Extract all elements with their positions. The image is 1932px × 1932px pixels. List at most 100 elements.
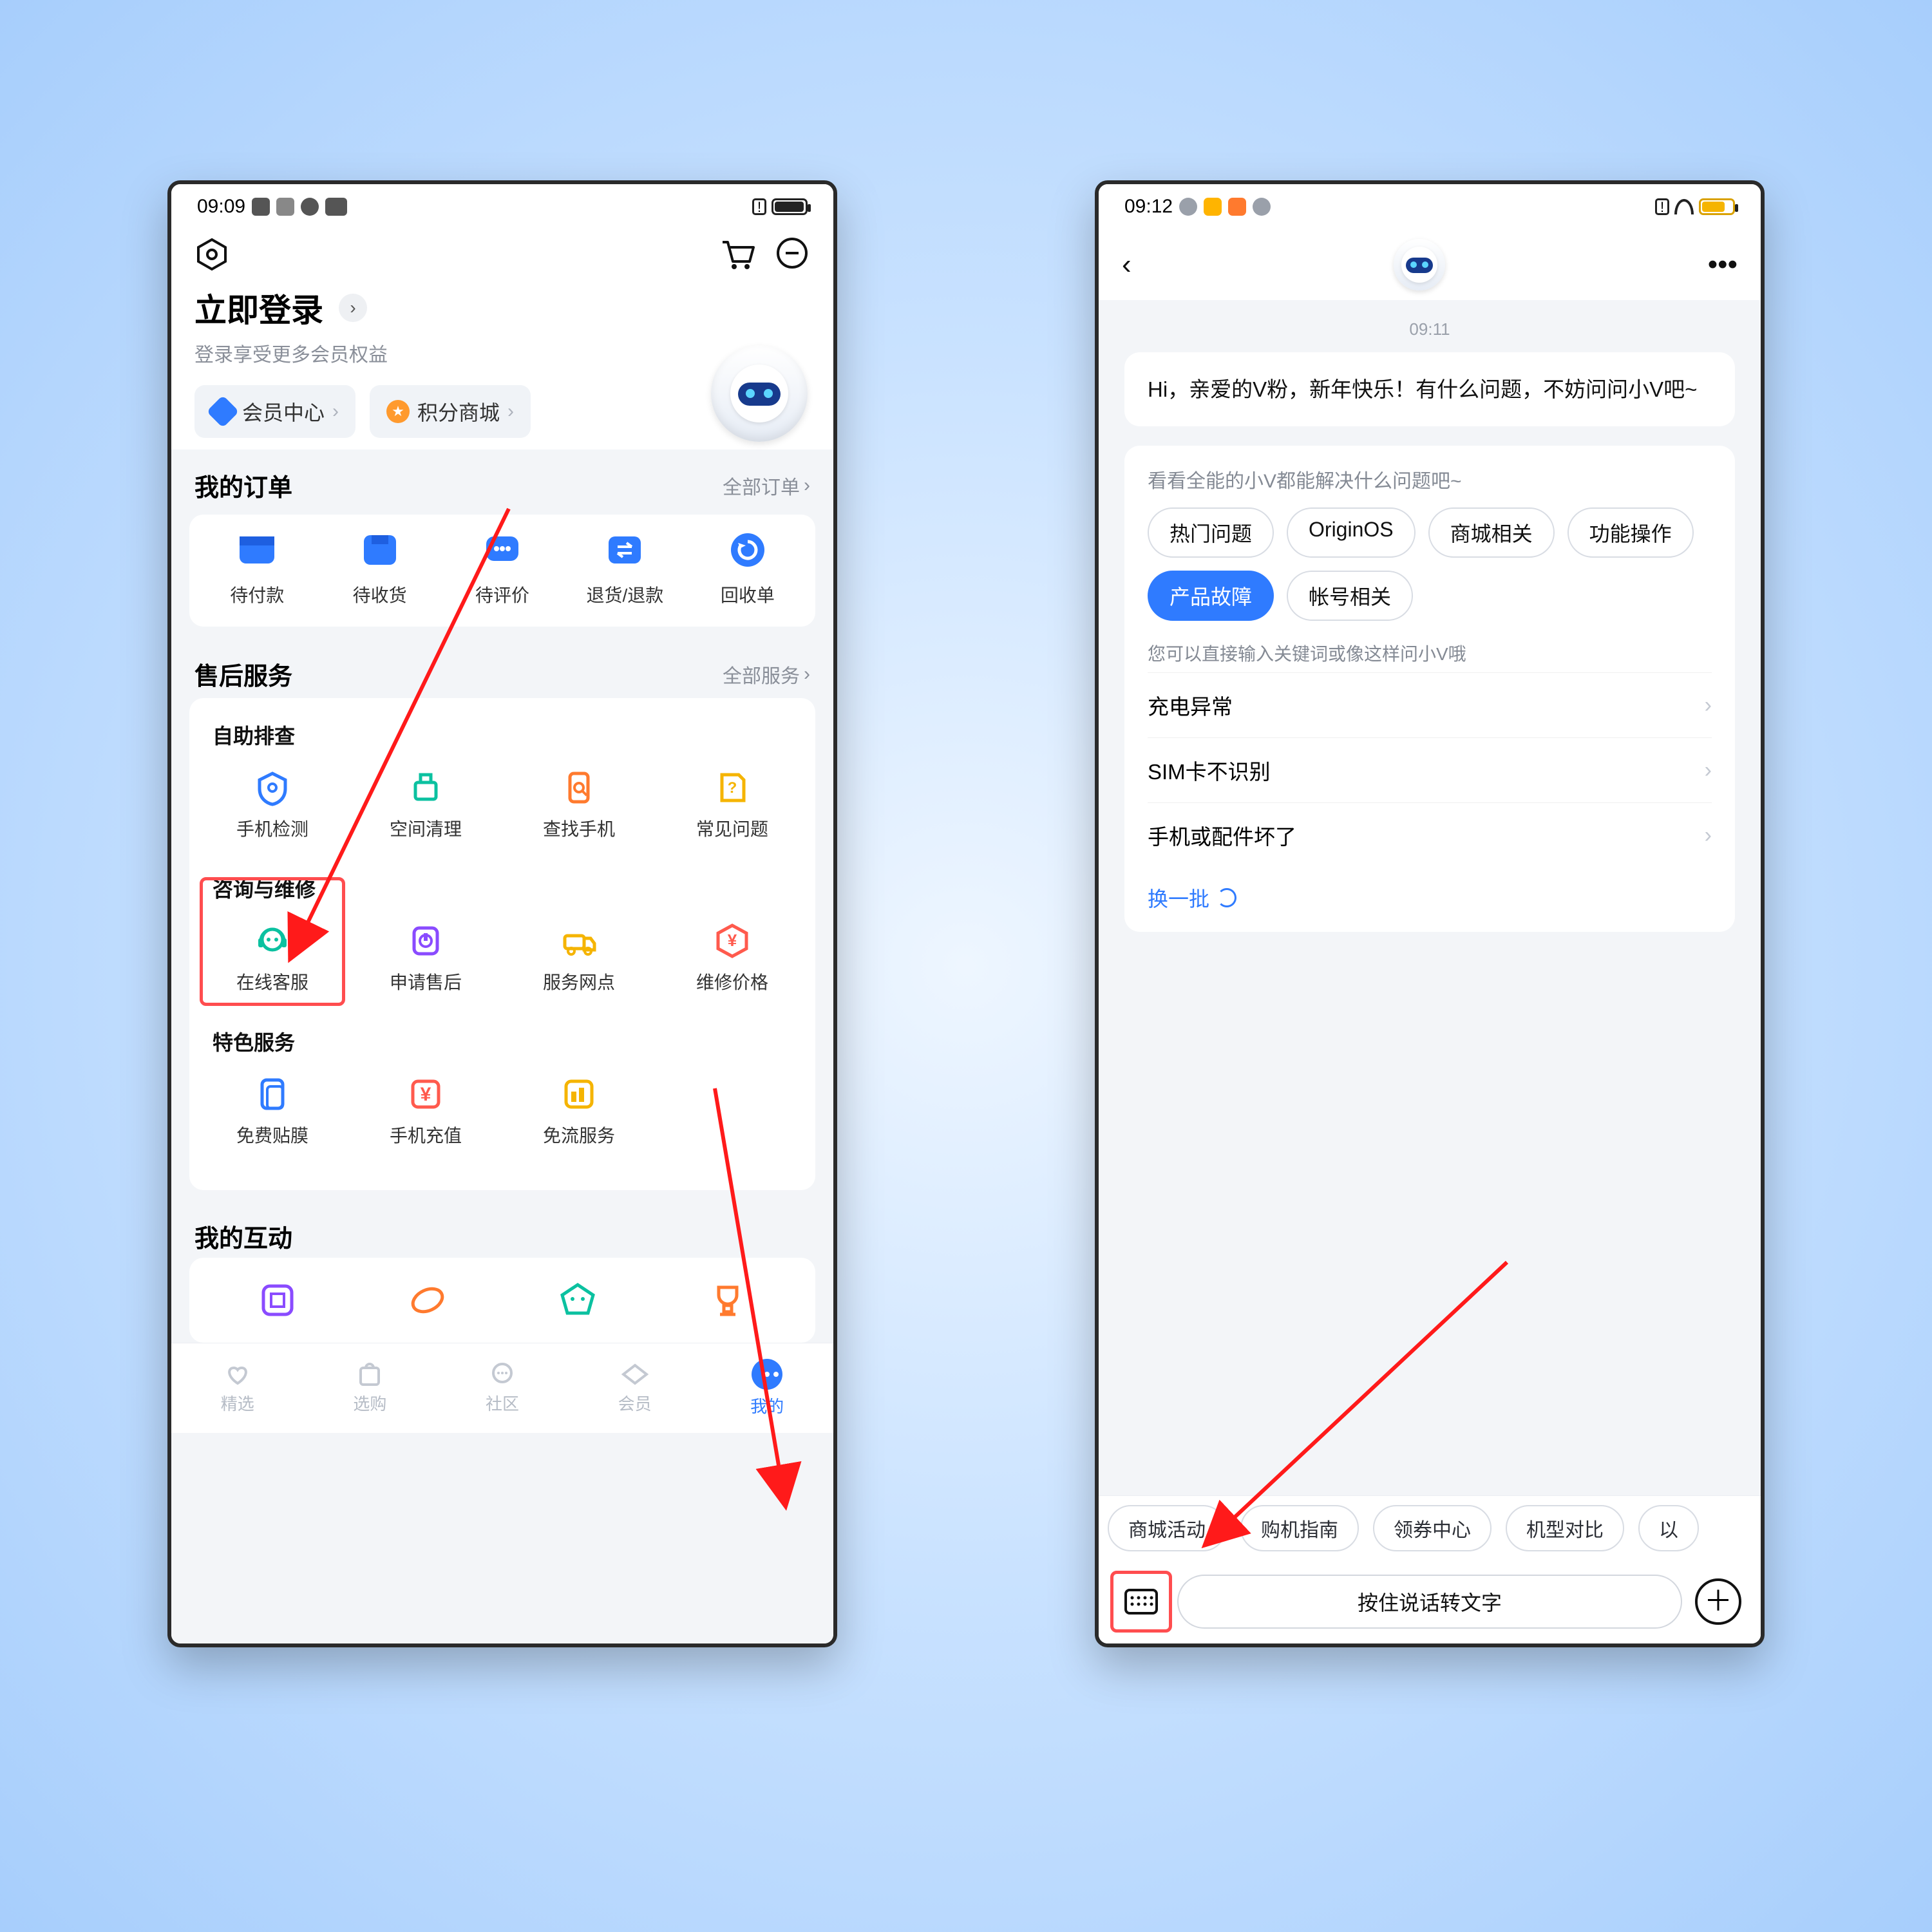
svc-free-data[interactable]: 免流服务 <box>502 1063 656 1159</box>
svc-service-center[interactable]: 服务网点 <box>502 909 656 1006</box>
status-time: 09:09 <box>197 196 245 218</box>
interaction-card <box>189 1258 815 1343</box>
orders-title: 我的订单 <box>194 468 292 503</box>
faq-broken[interactable]: 手机或配件坏了› <box>1148 802 1712 867</box>
svc-free-film[interactable]: 免费贴膜 <box>196 1063 349 1159</box>
services-title: 售后服务 <box>194 656 292 692</box>
login-subtitle: 登录享受更多会员权益 <box>194 339 810 367</box>
svc-apply-aftersale[interactable]: 申请售后 <box>349 909 502 1006</box>
svc-faq[interactable]: ?常见问题 <box>656 756 809 853</box>
tab-member[interactable]: 会员 <box>569 1343 701 1433</box>
svg-text:?: ? <box>728 779 737 797</box>
plus-icon[interactable]: ＋ <box>1695 1578 1741 1625</box>
sugg-coupon[interactable]: 领券中心 <box>1373 1505 1492 1551</box>
inter-icon-trophy[interactable] <box>705 1277 751 1323</box>
chevron-right-icon: › <box>507 401 514 422</box>
svc-phone-check[interactable]: 手机检测 <box>196 756 349 853</box>
points-mall-chip[interactable]: 积分商城 › <box>370 385 531 438</box>
chat-avatar[interactable] <box>1394 239 1445 290</box>
tag-product-issue[interactable]: 产品故障 <box>1148 571 1274 621</box>
refresh-icon <box>1217 888 1236 907</box>
svg-text:¥: ¥ <box>421 1084 431 1105</box>
battery-icon <box>1699 198 1735 215</box>
member-center-chip[interactable]: 会员中心 › <box>194 385 355 438</box>
status-bar: 09:09 <box>171 184 833 229</box>
status-clock-icon <box>1179 198 1197 216</box>
status-bar: 09:12 <box>1099 184 1761 229</box>
svg-text:¥: ¥ <box>728 931 737 950</box>
login-chevron-icon[interactable]: › <box>339 294 367 322</box>
svc-topup[interactable]: ¥手机充值 <box>349 1063 502 1159</box>
voice-input[interactable]: 按住说话转文字 <box>1177 1575 1682 1629</box>
tag-function[interactable]: 功能操作 <box>1567 507 1694 558</box>
self-check-title: 自助排查 <box>196 711 809 752</box>
tag-mall[interactable]: 商城相关 <box>1428 507 1555 558</box>
chat-timestamp: 09:11 <box>1099 300 1761 352</box>
svc-online-support[interactable]: 在线客服 <box>196 909 349 1006</box>
order-refund[interactable]: 退货/退款 <box>564 527 686 607</box>
helper-title: 看看全能的小V都能解决什么问题吧~ <box>1148 465 1712 493</box>
tab-mine-icon <box>752 1359 782 1390</box>
services-card: 自助排查 手机检测 空间清理 查找手机 ?常见问题 咨询与维修 在线客服 申请售… <box>189 698 815 1190</box>
tag-account[interactable]: 帐号相关 <box>1287 571 1413 621</box>
keyboard-icon[interactable] <box>1118 1578 1164 1625</box>
helper-tip: 您可以直接输入关键词或像这样问小V哦 <box>1148 640 1712 666</box>
inter-icon-teal[interactable] <box>554 1277 601 1323</box>
tag-hot[interactable]: 热门问题 <box>1148 507 1274 558</box>
services-more-link[interactable]: 全部服务› <box>723 660 810 688</box>
annotation-highlight <box>1110 1571 1172 1633</box>
avatar-robot[interactable] <box>711 345 808 442</box>
phone-left: 09:09 <box>167 180 837 1647</box>
status-phone-icon <box>252 198 270 216</box>
tabbar: 精选 选购 社区 会员 我的 <box>171 1343 833 1433</box>
wifi-icon <box>1674 199 1694 214</box>
chevron-right-icon: › <box>332 401 339 422</box>
faq-charging[interactable]: 充电异常› <box>1148 672 1712 737</box>
back-icon[interactable]: ‹ <box>1122 249 1132 281</box>
inter-icon-purple[interactable] <box>254 1277 301 1323</box>
sim-missing-icon <box>1655 198 1669 215</box>
suggestion-bar: 商城活动 购机指南 领券中心 机型对比 以 <box>1099 1495 1761 1560</box>
order-pending-review[interactable]: 待评价 <box>441 527 564 607</box>
sugg-more[interactable]: 以 <box>1638 1505 1699 1551</box>
helper-card: 看看全能的小V都能解决什么问题吧~ 热门问题 OriginOS 商城相关 功能操… <box>1124 446 1735 932</box>
order-recycle[interactable]: 回收单 <box>687 527 809 607</box>
status-time: 09:12 <box>1124 196 1173 218</box>
svc-clean[interactable]: 空间清理 <box>349 756 502 853</box>
sim-missing-icon <box>752 198 766 215</box>
special-title: 特色服务 <box>196 1018 809 1059</box>
status-bulb-icon <box>276 198 294 216</box>
svc-repair-price[interactable]: ¥维修价格 <box>656 909 809 1006</box>
diamond-icon <box>207 395 240 428</box>
orders-more-link[interactable]: 全部订单› <box>723 471 810 500</box>
cart-icon[interactable] <box>717 236 755 273</box>
tag-originos[interactable]: OriginOS <box>1287 507 1416 558</box>
sugg-mall-event[interactable]: 商城活动 <box>1108 1505 1226 1551</box>
inter-icon-orange[interactable] <box>404 1277 451 1323</box>
svc-find-phone[interactable]: 查找手机 <box>502 756 656 853</box>
sugg-buy-guide[interactable]: 购机指南 <box>1240 1505 1359 1551</box>
refresh-link[interactable]: 换一批 <box>1148 867 1712 916</box>
order-pending-pay[interactable]: 待付款 <box>196 527 318 607</box>
messages-icon[interactable] <box>774 236 810 272</box>
chat-nav: ‹ ••• <box>1099 229 1761 300</box>
status-hd-icon <box>325 198 347 216</box>
tab-mine[interactable]: 我的 <box>701 1343 833 1433</box>
more-icon[interactable]: ••• <box>1708 249 1738 281</box>
status-dot-icon <box>301 198 319 216</box>
status-cloud-icon <box>1253 198 1271 216</box>
interaction-title: 我的互动 <box>171 1207 833 1258</box>
faq-sim[interactable]: SIM卡不识别› <box>1148 737 1712 802</box>
phone-right: 09:12 ‹ ••• 09:11 <box>1095 180 1765 1647</box>
sugg-compare[interactable]: 机型对比 <box>1506 1505 1624 1551</box>
battery-icon <box>772 198 808 215</box>
input-bar: 按住说话转文字 ＋ <box>1099 1560 1761 1643</box>
greeting-bubble: Hi，亲爱的V粉，新年快乐！有什么问题，不妨问问小V吧~ <box>1124 352 1735 426</box>
tab-community[interactable]: 社区 <box>436 1343 569 1433</box>
tab-shop[interactable]: 选购 <box>304 1343 437 1433</box>
status-app-icon <box>1204 198 1222 216</box>
tab-featured[interactable]: 精选 <box>171 1343 304 1433</box>
settings-hex-icon[interactable] <box>194 237 229 272</box>
login-title[interactable]: 立即登录 <box>194 285 323 331</box>
order-pending-receive[interactable]: 待收货 <box>318 527 440 607</box>
